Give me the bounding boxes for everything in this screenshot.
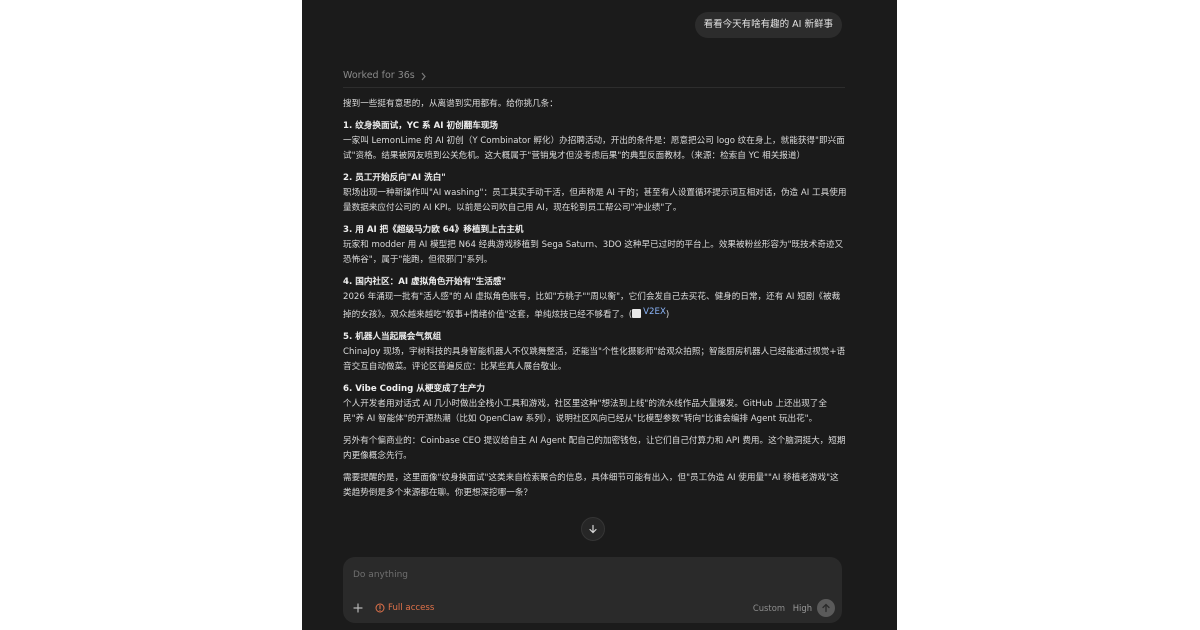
source-link-v2ex[interactable]: V2EX (632, 305, 666, 320)
news-item-body: 职场出现一种新操作叫"AI washing"：员工其实手动干活，但声称是 AI … (343, 188, 847, 213)
divider (343, 87, 845, 88)
add-attachment-button[interactable] (350, 600, 366, 616)
arrow-up-icon (822, 603, 830, 613)
effort-level-selector[interactable]: High (793, 602, 812, 614)
news-item-body: ChinaJoy 现场，宇树科技的具身智能机器人不仅跳舞整活，还能当"个性化摄影… (343, 347, 846, 372)
news-item: 6. Vibe Coding 从梗变成了生产力 个人开发者用对话式 AI 几小时… (343, 382, 847, 427)
news-item-title: 1. 纹身换面试，YC 系 AI 初创翻车现场 (343, 121, 499, 131)
news-item: 1. 纹身换面试，YC 系 AI 初创翻车现场 一家叫 LemonLime 的 … (343, 119, 847, 164)
news-item: 2. 员工开始反向"AI 洗白" 职场出现一种新操作叫"AI washing"：… (343, 171, 847, 216)
news-item-body: 2026 年涌现一批有"活人感"的 AI 虚拟角色账号，比如"方桃子""周以衡"… (343, 290, 847, 323)
v2ex-logo-icon (632, 309, 642, 318)
send-button[interactable] (817, 599, 835, 617)
news-item-title: 2. 员工开始反向"AI 洗白" (343, 173, 446, 183)
news-item-suffix: ) (665, 310, 670, 320)
prompt-input[interactable] (351, 565, 825, 585)
full-access-label: Full access (388, 603, 435, 613)
response-intro: 搜到一些挺有意思的，从离谱到实用都有。给你挑几条： (343, 99, 558, 109)
news-item-body: 玩家和 modder 用 AI 模型把 N64 经典游戏移植到 Sega Sat… (343, 240, 844, 265)
chat-window: 看看今天有啥有趣的 AI 新鲜事 Worked for 36s 搜到一些挺有意思… (302, 0, 897, 630)
arrow-down-icon (589, 524, 597, 534)
news-item: 5. 机器人当起展会气氛组 ChinaJoy 现场，宇树科技的具身智能机器人不仅… (343, 330, 847, 375)
user-message-bubble: 看看今天有啥有趣的 AI 新鲜事 (694, 12, 842, 38)
news-item-title: 4. 国内社区：AI 虚拟角色开始有"生活感" (343, 277, 506, 287)
composer: Full access Custom High (343, 557, 842, 623)
response-extra: 另外有个偏商业的：Coinbase CEO 提议给自主 AI Agent 配自己… (343, 436, 846, 461)
news-item-title: 5. 机器人当起展会气氛组 (343, 332, 442, 342)
news-item-title: 6. Vibe Coding 从梗变成了生产力 (343, 384, 485, 394)
full-access-button[interactable]: Full access (375, 601, 434, 615)
response-closing: 需要提醒的是，这里面像"纹身换面试"这类来自检索聚合的信息，具体细节可能有出入，… (343, 473, 839, 498)
plus-icon (353, 603, 363, 613)
assistant-response: 搜到一些挺有意思的，从离谱到实用都有。给你挑几条： 1. 纹身换面试，YC 系 … (343, 97, 847, 508)
news-item-body: 一家叫 LemonLime 的 AI 初创（Y Combinator 孵化）办招… (343, 136, 845, 161)
news-item-title: 3. 用 AI 把《超级马力欧 64》移植到上古主机 (343, 225, 524, 235)
source-link-label: V2EX (643, 307, 666, 317)
news-item: 4. 国内社区：AI 虚拟角色开始有"生活感" 2026 年涌现一批有"活人感"… (343, 275, 847, 323)
mode-selector[interactable]: Custom (753, 602, 785, 614)
news-item-body: 个人开发者用对话式 AI 几小时做出全栈小工具和游戏，社区里这种"想法到上线"的… (343, 399, 827, 424)
chevron-right-icon (421, 72, 426, 80)
warning-circle-icon (375, 603, 385, 613)
scroll-to-bottom-button[interactable] (581, 517, 605, 541)
news-item-text: 2026 年涌现一批有"活人感"的 AI 虚拟角色账号，比如"方桃子""周以衡"… (343, 292, 841, 320)
news-item: 3. 用 AI 把《超级马力欧 64》移植到上古主机 玩家和 modder 用 … (343, 223, 847, 268)
worked-for-toggle[interactable]: Worked for 36s (343, 69, 427, 83)
worked-for-label: Worked for 36s (343, 70, 415, 81)
